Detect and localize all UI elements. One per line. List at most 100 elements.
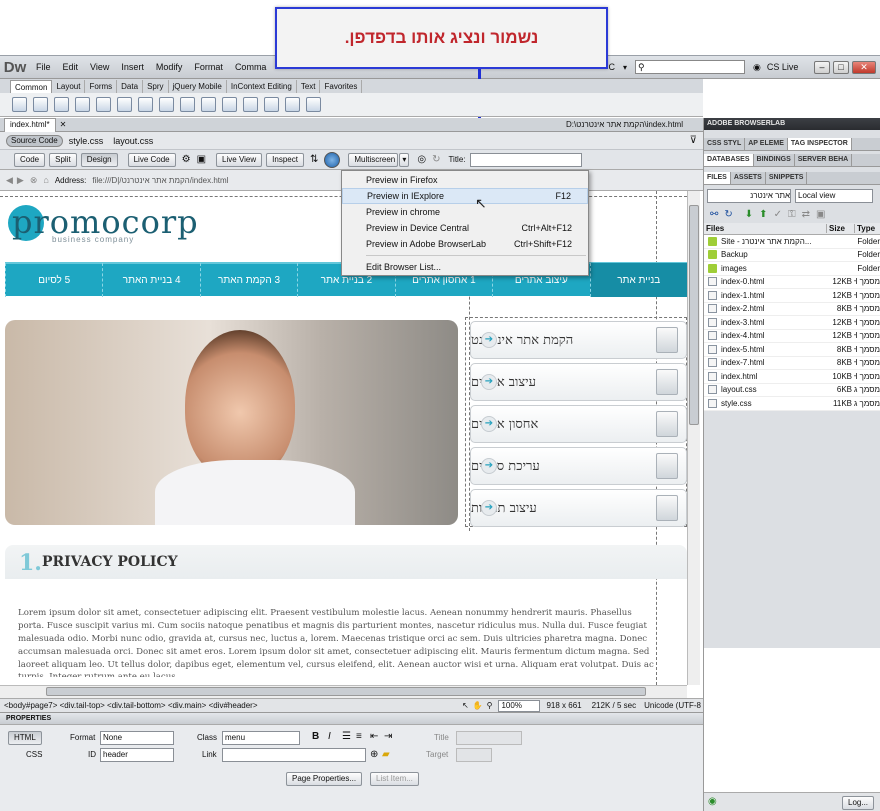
point-to-file-icon[interactable]: ⊕ xyxy=(370,749,378,760)
inspect-icon[interactable]: ▣ xyxy=(197,154,206,165)
file-row[interactable]: index-5.html 8KB מסמך H xyxy=(704,343,880,357)
server-include-icon[interactable] xyxy=(201,97,216,112)
code-view-button[interactable]: Code xyxy=(14,152,46,167)
menu-view[interactable]: View xyxy=(84,62,115,72)
connect-icon[interactable]: ⚯ xyxy=(710,209,718,220)
title-prop-input[interactable] xyxy=(456,731,522,745)
search-input[interactable]: ⚲ xyxy=(634,60,745,74)
multiscreen-dropdown-icon[interactable]: ▾ xyxy=(399,152,410,167)
tab-data[interactable]: Data xyxy=(117,79,144,93)
tab-tag-inspector[interactable]: TAG INSPECTOR xyxy=(787,138,852,150)
put-files-icon[interactable]: ⬆ xyxy=(759,209,767,220)
log-button[interactable]: Log... xyxy=(842,796,875,810)
ordered-list-icon[interactable]: ≡ xyxy=(356,731,362,742)
menu-item-iexplore[interactable]: Preview in IExplore F12 xyxy=(342,188,588,204)
checkin-icon[interactable]: ⚿ xyxy=(788,209,796,220)
horizontal-scroll-thumb[interactable] xyxy=(46,687,646,696)
italic-icon[interactable]: I xyxy=(328,731,331,742)
site-select[interactable]: אתר אינטרנ xyxy=(707,189,791,203)
hand-tool-icon[interactable]: ✋ xyxy=(473,701,483,710)
rule-icon[interactable] xyxy=(75,97,90,112)
tab-favorites[interactable]: Favorites xyxy=(320,79,363,93)
get-files-icon[interactable]: ⬇ xyxy=(745,209,753,220)
zoom-tool-icon[interactable]: ⚲ xyxy=(487,701,493,710)
check-icon[interactable]: ⚙ xyxy=(182,154,191,165)
file-row[interactable]: Site - הקמת אתר אינטרנ... Folder xyxy=(704,235,880,249)
file-row[interactable]: layout.css 6KB מסמך ג xyxy=(704,383,880,397)
menu-item-chrome[interactable]: Preview in chrome xyxy=(342,204,588,220)
address-input[interactable]: file:///D|/הקמת אתר אינטרנט/index.html xyxy=(92,176,228,185)
nav-item-home[interactable]: בניית אתר xyxy=(589,263,687,297)
html-mode-button[interactable]: HTML xyxy=(8,731,42,745)
home-icon[interactable]: ⌂ xyxy=(43,175,48,185)
visual-aids-icon[interactable]: ◎ xyxy=(417,154,426,165)
tag-selector[interactable]: <body#page7> <div.tail-top> <div.tail-bo… xyxy=(4,701,258,710)
tab-bindings[interactable]: BINDINGS xyxy=(754,154,795,166)
templates-icon[interactable] xyxy=(285,97,300,112)
file-row[interactable]: style.css 11KB מסמך ג xyxy=(704,397,880,411)
menu-item-browserlab[interactable]: Preview in Adobe BrowserLab Ctrl+Shift+F1… xyxy=(342,236,588,252)
file-row[interactable]: index-7.html 8KB מסמך H xyxy=(704,356,880,370)
menu-edit[interactable]: Edit xyxy=(57,62,85,72)
stop-icon[interactable]: ⊗ xyxy=(30,175,38,186)
service-item[interactable]: ➔ אחסון אתרים xyxy=(470,405,687,443)
nav-item-3[interactable]: 3 הקמת האתר xyxy=(199,263,297,297)
image-icon[interactable] xyxy=(138,97,153,112)
preview-browser-icon[interactable] xyxy=(324,151,341,168)
file-row[interactable]: index-1.html 12KB מסמך H xyxy=(704,289,880,303)
menu-modify[interactable]: Modify xyxy=(150,62,189,72)
vertical-scroll-thumb[interactable] xyxy=(689,205,699,425)
file-row[interactable]: index-3.html 12KB מסמך H xyxy=(704,316,880,330)
nav-item-5[interactable]: 5 לסיום xyxy=(5,263,102,297)
maximize-button[interactable]: □ xyxy=(833,60,849,74)
tab-css-styles[interactable]: CSS STYL xyxy=(704,138,746,150)
col-files[interactable]: Files xyxy=(704,224,826,233)
menu-item-device-central[interactable]: Preview in Device Central Ctrl+Alt+F12 xyxy=(342,220,588,236)
tab-spry[interactable]: Spry xyxy=(143,79,169,93)
related-file-layout[interactable]: layout.css xyxy=(113,136,153,146)
tab-jquery-mobile[interactable]: jQuery Mobile xyxy=(169,79,227,93)
expand-icon[interactable]: ▣ xyxy=(816,209,825,220)
window-size[interactable]: 918 x 661 xyxy=(546,701,581,710)
tab-common[interactable]: Common xyxy=(10,79,53,93)
file-transfer-icon[interactable]: ⇅ xyxy=(310,154,318,165)
unordered-list-icon[interactable]: ☰ xyxy=(342,731,351,742)
title-input[interactable] xyxy=(469,152,582,167)
tab-ap-elements[interactable]: AP ELEME xyxy=(745,138,788,150)
file-row[interactable]: index-2.html 8KB מסמך H xyxy=(704,302,880,316)
back-icon[interactable]: ◀ xyxy=(6,175,13,186)
css-mode-button[interactable]: CSS xyxy=(26,750,42,759)
checkout-icon[interactable]: ✓ xyxy=(774,209,782,220)
bold-icon[interactable]: B xyxy=(312,731,319,742)
cs-live[interactable]: CS Live xyxy=(761,62,805,72)
live-code-button[interactable]: Live Code xyxy=(127,152,176,167)
forward-icon[interactable]: ▶ xyxy=(17,175,24,186)
design-view-button[interactable]: Design xyxy=(80,152,118,167)
tab-layout[interactable]: Layout xyxy=(52,79,86,93)
page-properties-button[interactable]: Page Properties... xyxy=(286,772,363,786)
filter-icon[interactable]: ⊽ xyxy=(690,135,697,146)
horizontal-scrollbar[interactable] xyxy=(0,685,687,698)
minimize-button[interactable]: – xyxy=(814,60,830,74)
doc-tab-index[interactable]: index.html* xyxy=(4,117,56,132)
outdent-icon[interactable]: ⇤ xyxy=(370,731,378,742)
format-select[interactable]: None xyxy=(100,731,174,745)
head-icon[interactable] xyxy=(243,97,258,112)
browserlab-panel-header[interactable]: ADOBE BROWSERLAB xyxy=(704,118,880,130)
tab-incontext[interactable]: InContext Editing xyxy=(227,79,297,93)
hyperlink-icon[interactable] xyxy=(12,97,27,112)
class-select[interactable]: menu xyxy=(222,731,300,745)
script-icon[interactable] xyxy=(264,97,279,112)
file-row[interactable]: index-0.html 12KB מסמך H xyxy=(704,275,880,289)
dropdown-icon[interactable]: ▾ xyxy=(623,63,627,72)
split-view-button[interactable]: Split xyxy=(49,152,77,167)
file-row[interactable]: index-4.html 12KB מסמך H xyxy=(704,329,880,343)
indent-icon[interactable]: ⇥ xyxy=(384,731,392,742)
related-file-style[interactable]: style.css xyxy=(69,136,104,146)
media-icon[interactable] xyxy=(159,97,174,112)
tab-files[interactable]: FILES xyxy=(704,172,731,184)
tab-snippets[interactable]: SNIPPETS xyxy=(766,172,808,184)
cs-live-icon[interactable]: ◉ xyxy=(753,62,761,73)
tag-chooser-icon[interactable] xyxy=(306,97,321,112)
menu-item-firefox[interactable]: Preview in Firefox xyxy=(342,172,588,188)
